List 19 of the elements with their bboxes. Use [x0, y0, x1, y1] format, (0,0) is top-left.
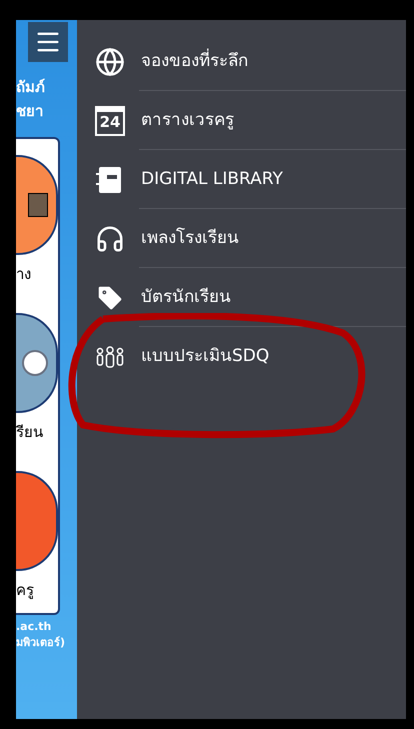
box-icon	[28, 192, 48, 216]
tile-label: าง	[16, 266, 31, 282]
tile-label: ครู	[16, 582, 34, 598]
globe-icon	[95, 46, 125, 76]
drawer-item[interactable]: DIGITAL LIBRARY	[77, 150, 406, 209]
drawer-item[interactable]: จองของที่ระลึก	[77, 32, 406, 91]
menu-button[interactable]	[28, 22, 68, 62]
school-name-text: ชยา	[16, 101, 44, 122]
drawer-item[interactable]: เพลงโรงเรียน	[77, 209, 406, 268]
drawer-item[interactable]: แบบประเมินSDQ	[77, 327, 406, 386]
school-name-text: ถัมภ์	[16, 77, 46, 98]
calendar-icon: 24	[95, 106, 125, 136]
drawer-item[interactable]: 24 ตารางเวรครู	[77, 91, 406, 150]
tile-label: รียน	[16, 424, 43, 440]
footer-text: .ac.th	[16, 619, 52, 635]
footer-text: มพิวเตอร์)	[16, 635, 66, 651]
clock-icon	[22, 350, 48, 376]
headphones-icon	[95, 224, 125, 254]
drawer-item[interactable]: บัตรนักเรียน	[77, 268, 406, 327]
